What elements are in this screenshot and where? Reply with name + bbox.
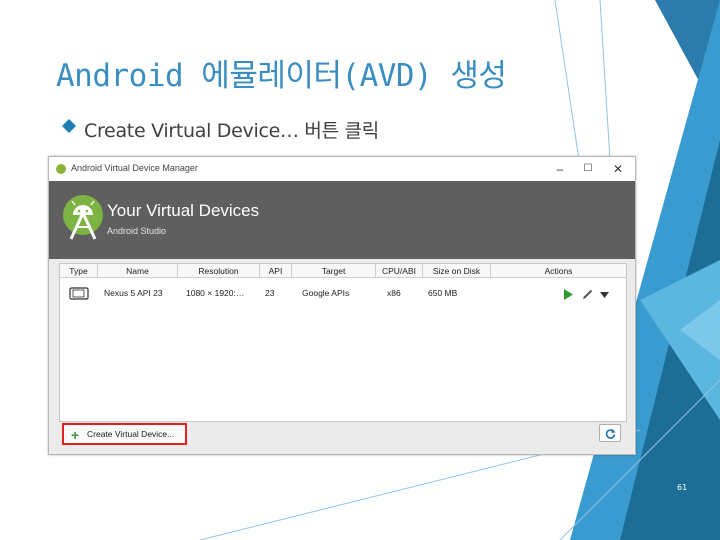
device-api: 23 (265, 288, 275, 298)
column-header-type[interactable]: Type (60, 264, 98, 278)
device-target: Google APIs (302, 288, 350, 298)
column-header-actions[interactable]: Actions (491, 264, 626, 278)
device-resolution: 1080 × 1920:… (186, 288, 245, 298)
android-studio-icon (56, 164, 66, 174)
play-icon[interactable] (563, 289, 573, 300)
device-table: Type Name Resolution API Target CPU/ABI … (59, 263, 627, 422)
column-header-target[interactable]: Target (292, 264, 376, 278)
refresh-icon (605, 429, 616, 439)
page-number: 61 (677, 483, 688, 492)
close-icon[interactable]: ✕ (609, 160, 627, 178)
dropdown-arrow-icon[interactable] (600, 292, 609, 298)
device-size: 650 MB (428, 288, 458, 298)
column-header-api[interactable]: API (260, 264, 292, 278)
edit-icon[interactable] (583, 289, 593, 299)
create-button-label: Create Virtual Device... (87, 429, 175, 439)
header-subtitle: Android Studio (107, 226, 167, 236)
device-name: Nexus 5 API 23 (104, 288, 163, 298)
header-band: Your Virtual Devices Android Studio (49, 181, 635, 259)
phone-device-icon (69, 287, 89, 300)
diamond-bullet-icon (62, 119, 76, 133)
device-cpu: x86 (387, 288, 401, 298)
create-virtual-device-button[interactable]: + Create Virtual Device... (62, 423, 187, 445)
android-studio-logo-icon (63, 195, 103, 240)
header-title: Your Virtual Devices (107, 201, 260, 220)
refresh-button[interactable] (599, 424, 621, 442)
maximize-icon[interactable]: ☐ (579, 160, 597, 178)
deco-line (599, 0, 611, 161)
column-header-size[interactable]: Size on Disk (423, 264, 491, 278)
minimize-icon[interactable]: – (551, 160, 569, 178)
window-titlebar: Android Virtual Device Manager – ☐ ✕ (49, 157, 635, 181)
column-header-resolution[interactable]: Resolution (178, 264, 260, 278)
column-header-name[interactable]: Name (98, 264, 178, 278)
window-title: Android Virtual Device Manager (71, 163, 198, 173)
bullet-text: Create Virtual Device… 버튼 클릭 (84, 120, 379, 142)
avd-manager-window: Android Virtual Device Manager – ☐ ✕ You… (48, 156, 636, 455)
column-header-cpu[interactable]: CPU/ABI (376, 264, 423, 278)
window-footer: + Create Virtual Device... (59, 421, 625, 447)
slide-title: Android 에뮬레이터(AVD) 생성 (56, 58, 507, 94)
plus-icon: + (71, 427, 80, 443)
